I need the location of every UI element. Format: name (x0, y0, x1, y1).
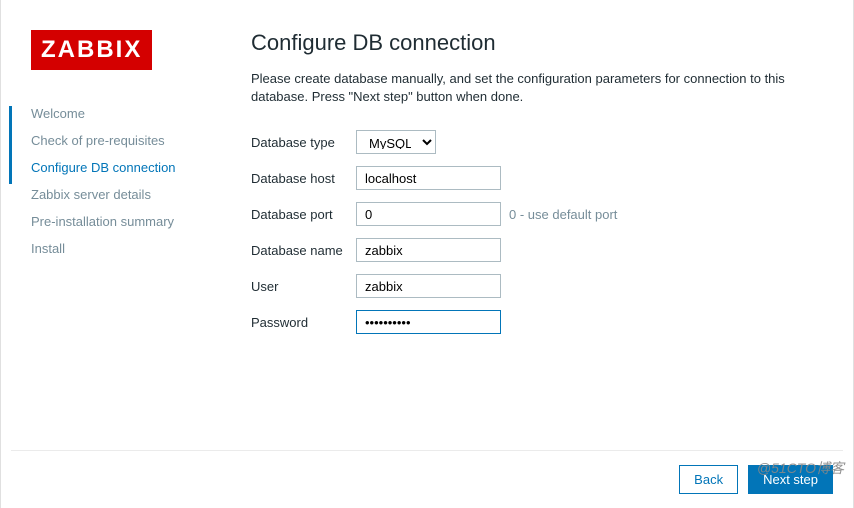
page-title: Configure DB connection (251, 30, 823, 56)
db-name-label: Database name (251, 243, 356, 258)
db-port-label: Database port (251, 207, 356, 222)
db-host-input[interactable] (356, 166, 501, 190)
page-description: Please create database manually, and set… (251, 70, 823, 106)
db-host-label: Database host (251, 171, 356, 186)
watermark: @51CTO博客 (757, 458, 844, 478)
db-type-label: Database type (251, 135, 356, 150)
db-port-hint: 0 - use default port (509, 207, 617, 222)
db-name-row: Database name (251, 238, 823, 262)
db-password-label: Password (251, 315, 356, 330)
db-user-row: User (251, 274, 823, 298)
content-area: Configure DB connection Please create da… (231, 30, 843, 450)
db-type-select[interactable]: MySQL (356, 130, 436, 154)
nav-step-prerequisites[interactable]: Check of pre-requisites (31, 127, 221, 154)
footer: Back Next step (11, 450, 843, 508)
db-name-input[interactable] (356, 238, 501, 262)
db-user-input[interactable] (356, 274, 501, 298)
db-type-row: Database type MySQL (251, 130, 823, 154)
nav-step-server-details[interactable]: Zabbix server details (31, 181, 221, 208)
nav-step-summary[interactable]: Pre-installation summary (31, 208, 221, 235)
db-port-input[interactable] (356, 202, 501, 226)
db-port-row: Database port 0 - use default port (251, 202, 823, 226)
nav-step-welcome[interactable]: Welcome (31, 100, 221, 127)
db-host-row: Database host (251, 166, 823, 190)
zabbix-logo: ZABBIX (31, 30, 152, 70)
nav-step-db-connection[interactable]: Configure DB connection (31, 154, 221, 181)
db-user-label: User (251, 279, 356, 294)
db-password-row: Password (251, 310, 823, 334)
setup-steps-nav: Welcome Check of pre-requisites Configur… (31, 100, 221, 262)
back-button[interactable]: Back (679, 465, 738, 494)
nav-step-install[interactable]: Install (31, 235, 221, 262)
db-password-input[interactable] (356, 310, 501, 334)
sidebar: ZABBIX Welcome Check of pre-requisites C… (11, 30, 231, 450)
